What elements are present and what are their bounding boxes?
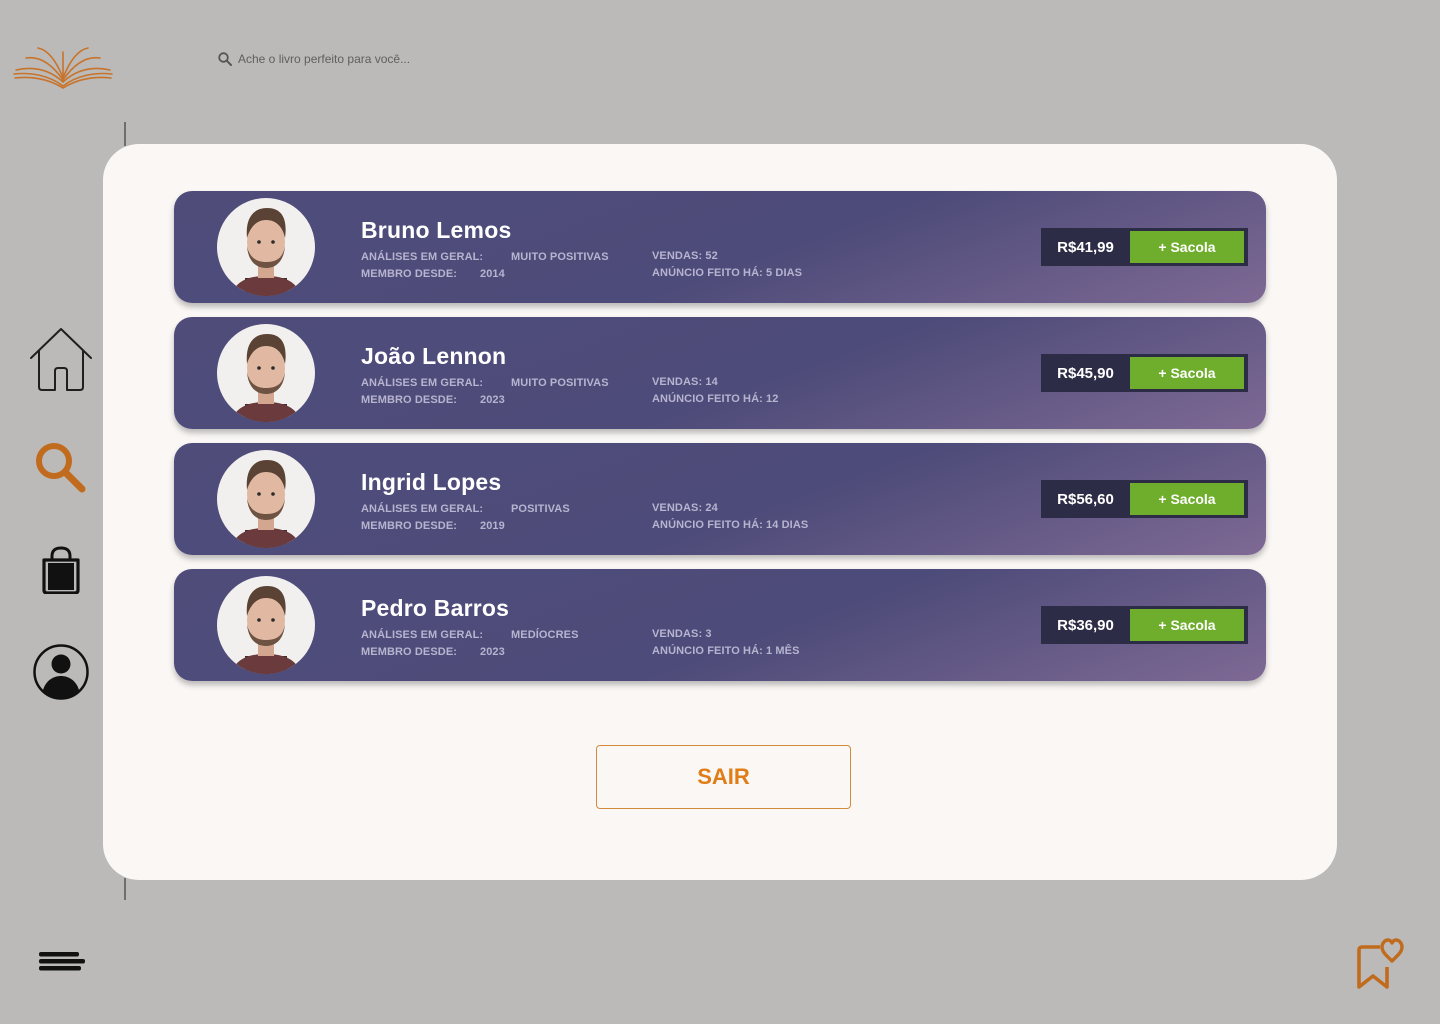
user-circle-icon [33, 644, 89, 700]
divider [124, 122, 126, 146]
add-to-bag-button[interactable]: + Sacola [1130, 609, 1244, 641]
sales-count: VENDAS: 24 [652, 502, 718, 514]
price-box: R$41,99 + Sacola [1041, 228, 1248, 266]
listing-age: ANÚNCIO FEITO HÁ: 1 MÊS [652, 645, 800, 657]
sidebar-item-bag[interactable] [38, 545, 84, 595]
reviews-label: ANÁLISES EM GERAL: [361, 377, 484, 389]
reviews-value: POSITIVAS [511, 503, 570, 515]
add-to-bag-button[interactable]: + Sacola [1130, 357, 1244, 389]
member-label: MEMBRO DESDE: [361, 646, 458, 658]
shopping-bag-icon [42, 546, 80, 594]
search-icon [218, 52, 232, 66]
price: R$56,60 [1057, 490, 1114, 508]
reviews-label: ANÁLISES EM GERAL: [361, 629, 484, 641]
listing-age: ANÚNCIO FEITO HÁ: 5 DIAS [652, 267, 803, 279]
listing-age: ANÚNCIO FEITO HÁ: 14 DIAS [652, 519, 809, 531]
seller-card[interactable]: Pedro Barros ANÁLISES EM GERAL: MEDÍOCRE… [174, 569, 1266, 681]
seller-card[interactable]: Ingrid Lopes ANÁLISES EM GERAL: POSITIVA… [174, 443, 1266, 555]
member-label: MEMBRO DESDE: [361, 268, 458, 280]
sales-count: VENDAS: 3 [652, 628, 712, 640]
reviews-label: ANÁLISES EM GERAL: [361, 251, 484, 263]
seller-card[interactable]: João Lennon ANÁLISES EM GERAL: MUITO POS… [174, 317, 1266, 429]
price-box: R$45,90 + Sacola [1041, 354, 1248, 392]
reviews-label: ANÁLISES EM GERAL: [361, 503, 484, 515]
price: R$36,90 [1057, 616, 1114, 634]
menu-icon [39, 952, 85, 971]
member-since-value: 2023 [480, 394, 505, 406]
price-box: R$56,60 + Sacola [1041, 480, 1248, 518]
seller-name[interactable]: Bruno Lemos [361, 217, 511, 244]
bookmark-heart-icon [1357, 938, 1404, 989]
listing-age: ANÚNCIO FEITO HÁ: 12 [652, 393, 779, 405]
sidebar-item-profile[interactable] [31, 642, 91, 702]
add-to-bag-button[interactable]: + Sacola [1130, 231, 1244, 263]
member-since-value: 2014 [480, 268, 505, 280]
member-label: MEMBRO DESDE: [361, 394, 458, 406]
sidebar-item-home[interactable] [26, 324, 96, 394]
price: R$45,90 [1057, 364, 1114, 382]
member-since-value: 2023 [480, 646, 505, 658]
price-box: R$36,90 + Sacola [1041, 606, 1248, 644]
search-input[interactable] [238, 52, 498, 66]
member-label: MEMBRO DESDE: [361, 520, 458, 532]
add-to-bag-button[interactable]: + Sacola [1130, 483, 1244, 515]
avatar [217, 576, 315, 674]
reviews-value: MUITO POSITIVAS [511, 377, 609, 389]
price: R$41,99 [1057, 238, 1114, 256]
seller-name[interactable]: Ingrid Lopes [361, 469, 501, 496]
seller-name[interactable]: João Lennon [361, 343, 506, 370]
sales-count: VENDAS: 14 [652, 376, 718, 388]
divider [124, 878, 126, 900]
member-since-value: 2019 [480, 520, 505, 532]
sellers-panel: Bruno Lemos ANÁLISES EM GERAL: MUITO POS… [103, 144, 1337, 880]
seller-card[interactable]: Bruno Lemos ANÁLISES EM GERAL: MUITO POS… [174, 191, 1266, 303]
seller-name[interactable]: Pedro Barros [361, 595, 509, 622]
exit-button[interactable]: SAIR [596, 745, 851, 809]
reviews-value: MUITO POSITIVAS [511, 251, 609, 263]
sidebar-item-search[interactable] [32, 440, 88, 494]
favorites-button[interactable] [1352, 936, 1408, 992]
avatar [217, 198, 315, 296]
reviews-value: MEDÍOCRES [511, 629, 579, 641]
open-book-icon [13, 47, 113, 89]
sales-count: VENDAS: 52 [652, 250, 718, 262]
menu-button[interactable] [36, 948, 88, 980]
search-icon [36, 443, 86, 493]
avatar [217, 324, 315, 422]
search-bar[interactable] [218, 52, 498, 66]
logo[interactable] [12, 40, 114, 90]
home-icon [30, 328, 92, 391]
avatar [217, 450, 315, 548]
